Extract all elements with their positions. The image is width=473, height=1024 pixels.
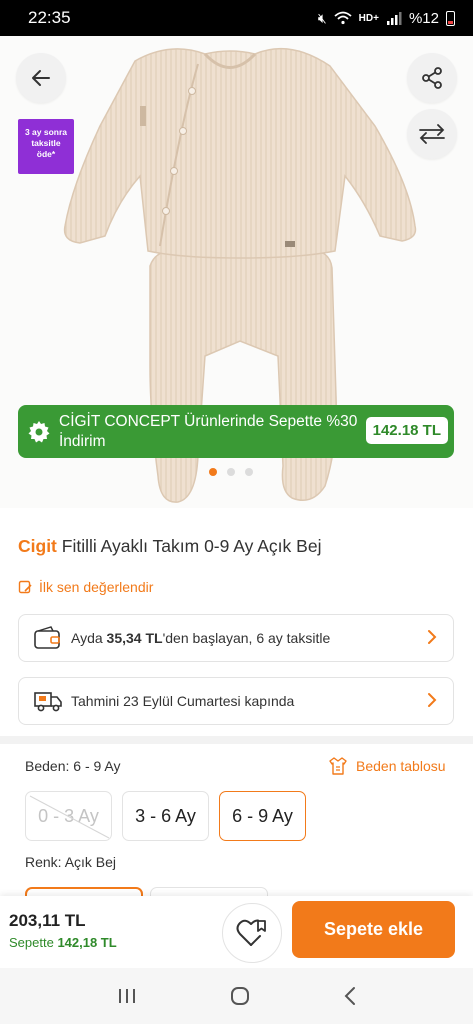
color-label: Renk: Açık Bej [25, 854, 117, 870]
size-option-6-9[interactable]: 6 - 9 Ay [219, 791, 306, 841]
size-label: Beden: 6 - 9 Ay [25, 758, 121, 774]
back-button[interactable] [16, 53, 66, 103]
product-price: 203,11 TL [9, 911, 86, 930]
installment-suffix: 'den başlayan, 6 ay taksitle [162, 630, 331, 646]
size-chart-icon [329, 757, 347, 775]
swap-arrows-icon [419, 124, 445, 144]
installment-amount: 35,34 TL [106, 630, 163, 646]
review-icon [18, 580, 32, 593]
image-pager [209, 468, 253, 476]
basket-prefix: Sepette [9, 935, 58, 950]
size-option-3-6[interactable]: 3 - 6 Ay [122, 791, 209, 841]
size-chart-label: Beden tablosu [356, 758, 446, 774]
basket-price-value: 142,18 TL [57, 935, 117, 950]
size-option-0-3[interactable]: 0 - 3 Ay [25, 791, 112, 841]
product-name: Fitilli Ayaklı Takım 0-9 Ay Açık Bej [61, 536, 322, 556]
heart-icon [236, 919, 266, 946]
campaign-banner[interactable]: CİGİT CONCEPT Ürünlerinde Sepette %30 İn… [18, 405, 454, 458]
favorite-button[interactable] [222, 903, 282, 963]
volte-icon: HD+ [358, 12, 379, 24]
status-bar: 22:35 🔇︎ HD+ %12 [0, 0, 473, 36]
size-option-label: 6 - 9 Ay [232, 805, 293, 826]
wallet-icon [34, 626, 60, 649]
unavailable-strike [29, 795, 110, 839]
chevron-right-icon [428, 693, 437, 707]
add-to-cart-button[interactable]: Sepete ekle [292, 901, 455, 958]
installment-card[interactable]: Ayda 35,34 TL'den başlayan, 6 ay taksitl… [18, 614, 454, 662]
product-image-gallery[interactable]: 3 ay sonra taksitle öde* CİGİT CONCEPT Ü… [0, 36, 473, 508]
status-time: 22:35 [28, 8, 71, 27]
delivery-text: Tahmini 23 Eylül Cumartesi kapında [71, 693, 295, 709]
rate-product-link[interactable]: İlk sen değerlendir [18, 579, 153, 595]
promo-line-2: taksitle [31, 138, 61, 148]
mute-icon: 🔇︎ [317, 9, 327, 26]
wifi-icon [334, 11, 352, 25]
signal-icon [386, 12, 402, 25]
rate-label: İlk sen değerlendir [39, 579, 154, 595]
chevron-right-icon [428, 630, 437, 644]
share-icon [422, 67, 442, 89]
brand-link[interactable]: Cigit [18, 536, 57, 556]
basket-price: Sepette 142,18 TL [9, 935, 117, 950]
product-title: Cigit Fitilli Ayaklı Takım 0-9 Ay Açık B… [18, 536, 321, 557]
product-page: 22:35 🔇︎ HD+ %12 3 ay sonra taksitle öde… [0, 0, 473, 1024]
recent-apps-icon[interactable] [116, 986, 138, 1006]
status-icons: 🔇︎ HD+ %12 [318, 10, 455, 27]
purchase-bar: 203,11 TL Sepette 142,18 TL Sepete ekle [0, 896, 473, 968]
installment-promo-badge: 3 ay sonra taksitle öde* [18, 119, 74, 174]
size-option-label: 3 - 6 Ay [135, 805, 196, 826]
size-chart-link[interactable]: Beden tablosu [328, 756, 446, 776]
battery-percent: %12 [408, 9, 439, 27]
campaign-price: 142.18 TL [365, 417, 448, 444]
back-nav-icon[interactable] [343, 986, 357, 1006]
battery-icon [446, 10, 455, 26]
delivery-card[interactable]: Tahmini 23 Eylül Cumartesi kapında [18, 677, 454, 725]
compare-button[interactable] [407, 109, 457, 159]
installment-prefix: Ayda [71, 630, 107, 646]
pager-dot-active[interactable] [209, 468, 217, 476]
section-divider [0, 736, 473, 744]
campaign-text: CİGİT CONCEPT Ürünlerinde Sepette %30 İn… [59, 412, 358, 450]
delivery-truck-icon [34, 692, 62, 712]
system-nav-bar [0, 968, 473, 1024]
gear-badge-icon [28, 420, 50, 442]
promo-line-3: öde* [36, 149, 56, 159]
pager-dot[interactable] [227, 468, 235, 476]
installment-text: Ayda 35,34 TL'den başlayan, 6 ay taksitl… [71, 630, 330, 646]
arrow-left-icon [32, 70, 50, 86]
pager-dot[interactable] [245, 468, 253, 476]
promo-line-1: 3 ay sonra [24, 127, 68, 137]
home-icon[interactable] [229, 985, 251, 1007]
share-button[interactable] [407, 53, 457, 103]
